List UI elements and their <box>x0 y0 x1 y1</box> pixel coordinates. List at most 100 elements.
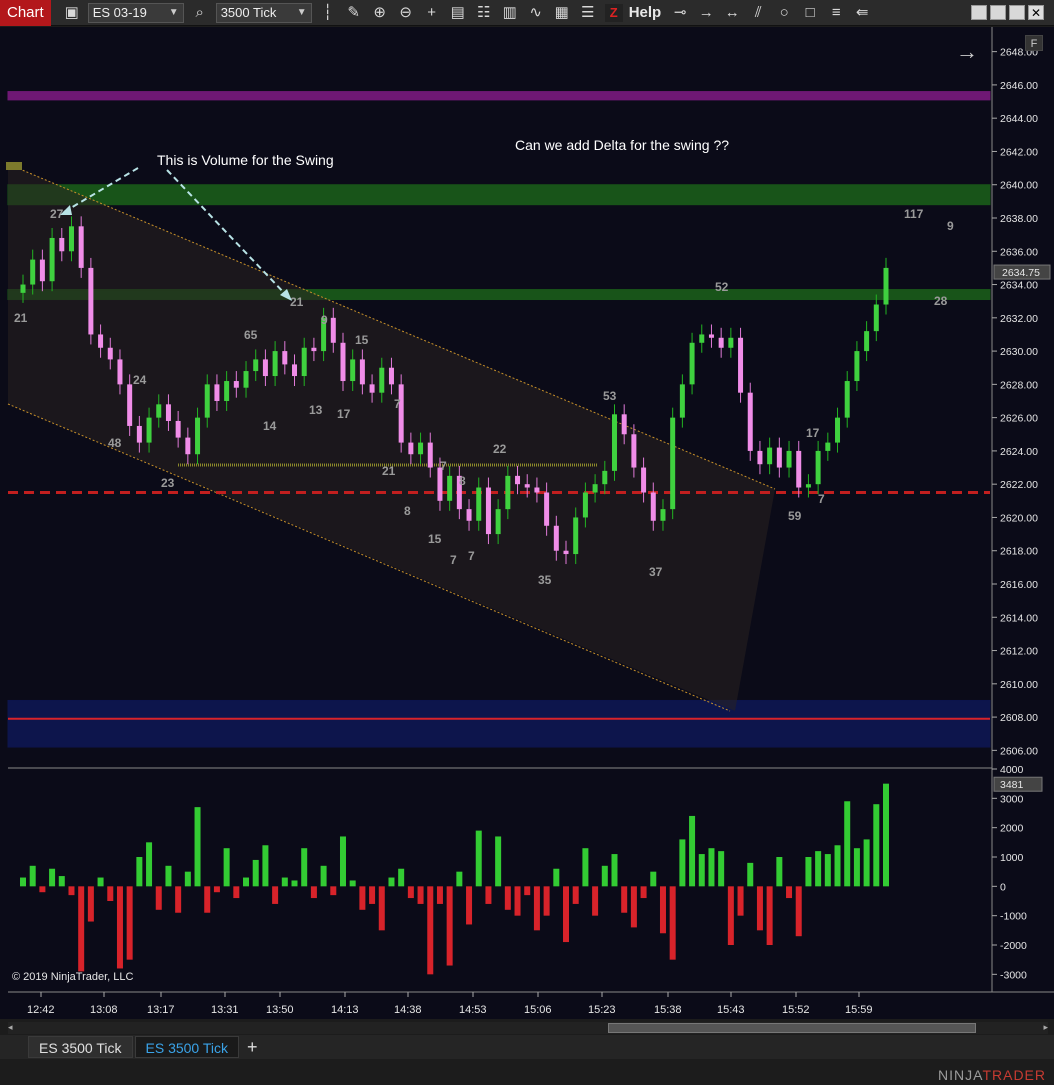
strategies-icon[interactable]: ☷ <box>474 3 494 23</box>
time-tick-label: 15:59 <box>845 1004 873 1016</box>
rectangle-icon[interactable]: □ <box>800 3 820 23</box>
zoom-out-icon[interactable]: ⊖ <box>396 3 416 23</box>
chart-style-icon[interactable]: ☰ <box>578 3 598 23</box>
scrollbar-thumb[interactable] <box>608 1023 976 1033</box>
time-tick-label: 14:13 <box>331 1004 359 1016</box>
swing-volume-label: 17 <box>337 407 351 421</box>
delta-bar <box>727 886 734 945</box>
candle-body <box>582 492 588 518</box>
tab-es-3500-tick[interactable]: ES 3500 Tick <box>28 1036 133 1058</box>
candle-body <box>670 417 676 510</box>
candle-body <box>447 475 453 501</box>
zone-0 <box>7 91 991 101</box>
candle-body <box>418 442 424 455</box>
delta-bar <box>301 848 308 887</box>
candle-body <box>20 284 26 293</box>
candle-body <box>515 475 521 485</box>
candle-body <box>224 381 230 401</box>
horizontal-scrollbar[interactable]: ◂ ▸ <box>8 1022 1048 1034</box>
chart-trader-icon[interactable]: ∿ <box>526 3 546 23</box>
delta-bar <box>223 848 230 887</box>
delta-bar <box>737 886 744 916</box>
time-tick-label: 13:50 <box>266 1004 294 1016</box>
candle-body <box>146 417 152 443</box>
candle-body <box>427 442 433 468</box>
interval-selector[interactable]: 3500 Tick ▼ <box>215 2 312 23</box>
candle-body <box>854 351 860 382</box>
search-icon[interactable]: ⌕ <box>190 3 210 23</box>
arrow-right-icon[interactable]: → <box>956 39 978 65</box>
channel-icon[interactable]: ⫽ <box>748 3 768 23</box>
candle-body <box>233 381 239 388</box>
fibonacci-icon[interactable]: ≡ <box>826 3 846 23</box>
chart-panel[interactable]: 2648.00 2646.00 2644.00 2642.00 2640.00 2638.… <box>0 27 1054 1019</box>
z-icon[interactable]: Z <box>604 3 623 22</box>
candle-body <box>844 381 850 418</box>
swing-volume-label: 15 <box>355 333 369 347</box>
camera-icon[interactable]: ▣ <box>62 3 82 23</box>
price-tick-label: 2624.00 <box>1000 446 1038 458</box>
bars-icon[interactable]: ┆ <box>318 3 338 23</box>
restore-button[interactable] <box>1009 5 1025 20</box>
indicators-icon[interactable]: ▥ <box>500 3 520 23</box>
candle-body <box>485 487 491 535</box>
annotation-delta-question: Can we add Delta for the swing ?? <box>515 137 729 153</box>
swing-volume-label: 17 <box>806 426 820 440</box>
price-tick-label: 2636.00 <box>1000 246 1038 258</box>
candle-body <box>369 384 375 393</box>
crosshair-icon[interactable]: + <box>422 3 442 23</box>
price-tick-label: 2618.00 <box>1000 546 1038 558</box>
price-tick-label: 2614.00 <box>1000 612 1038 624</box>
candle-body <box>127 384 133 426</box>
ellipse-icon[interactable]: ○ <box>774 3 794 23</box>
tab-es-3500-tick-active[interactable]: ES 3500 Tick <box>134 1036 239 1058</box>
properties-icon[interactable]: ▤ <box>448 3 468 23</box>
delta-bar <box>756 886 763 931</box>
pencil-icon[interactable]: ✎ <box>344 3 364 23</box>
ray-icon[interactable]: → <box>696 3 716 23</box>
zoom-in-icon[interactable]: ⊕ <box>370 3 390 23</box>
delta-bar <box>543 886 550 916</box>
add-tab-icon[interactable]: + <box>247 1037 258 1058</box>
other-tools-icon[interactable]: ⇚ <box>852 3 872 23</box>
data-box-icon[interactable]: ▦ <box>552 3 572 23</box>
delta-bar <box>398 868 405 887</box>
extended-line-icon[interactable]: ↔ <box>722 3 742 23</box>
scroll-left-icon[interactable]: ◂ <box>8 1022 13 1033</box>
line-icon[interactable]: ⊸ <box>670 3 690 23</box>
delta-bar <box>679 839 686 887</box>
time-tick-label: 14:53 <box>459 1004 487 1016</box>
delta-bar <box>339 836 346 887</box>
price-tick-label: 2608.00 <box>1000 712 1038 724</box>
delta-bar <box>116 886 123 969</box>
swing-volume-label: 8 <box>459 474 466 488</box>
delta-bar <box>572 886 579 904</box>
instrument-selector[interactable]: ES 03-19 ▼ <box>87 2 184 23</box>
swing-volume-label: 59 <box>788 509 802 523</box>
f-button[interactable]: F <box>1025 35 1043 51</box>
delta-bar <box>630 886 637 928</box>
scroll-right-icon[interactable]: ▸ <box>1043 1022 1048 1033</box>
minimize-button[interactable] <box>971 5 987 20</box>
candle-body <box>476 487 482 521</box>
candle-body <box>621 414 627 435</box>
maximize-button[interactable] <box>990 5 1006 20</box>
swing-volume-label: 8 <box>404 504 411 518</box>
candle-body <box>136 425 142 443</box>
candle-body <box>786 450 792 468</box>
candle-body <box>864 331 870 352</box>
candle-body <box>631 434 637 468</box>
delta-bar <box>659 886 666 934</box>
close-button[interactable]: ✕ <box>1028 5 1044 20</box>
delta-bar <box>407 886 414 899</box>
delta-tick-label: -2000 <box>1000 940 1027 952</box>
swing-volume-label: 28 <box>934 294 948 308</box>
price-axis-bg <box>992 27 1054 992</box>
delta-bar <box>795 886 802 937</box>
delta-bar <box>369 886 376 904</box>
price-chart[interactable]: 2648.002646.002644.002642.002640.002638.… <box>0 27 1054 1019</box>
help-menu[interactable]: Help <box>629 4 662 21</box>
candle-body <box>388 367 394 385</box>
delta-bar <box>514 886 521 916</box>
delta-bar <box>58 876 65 887</box>
